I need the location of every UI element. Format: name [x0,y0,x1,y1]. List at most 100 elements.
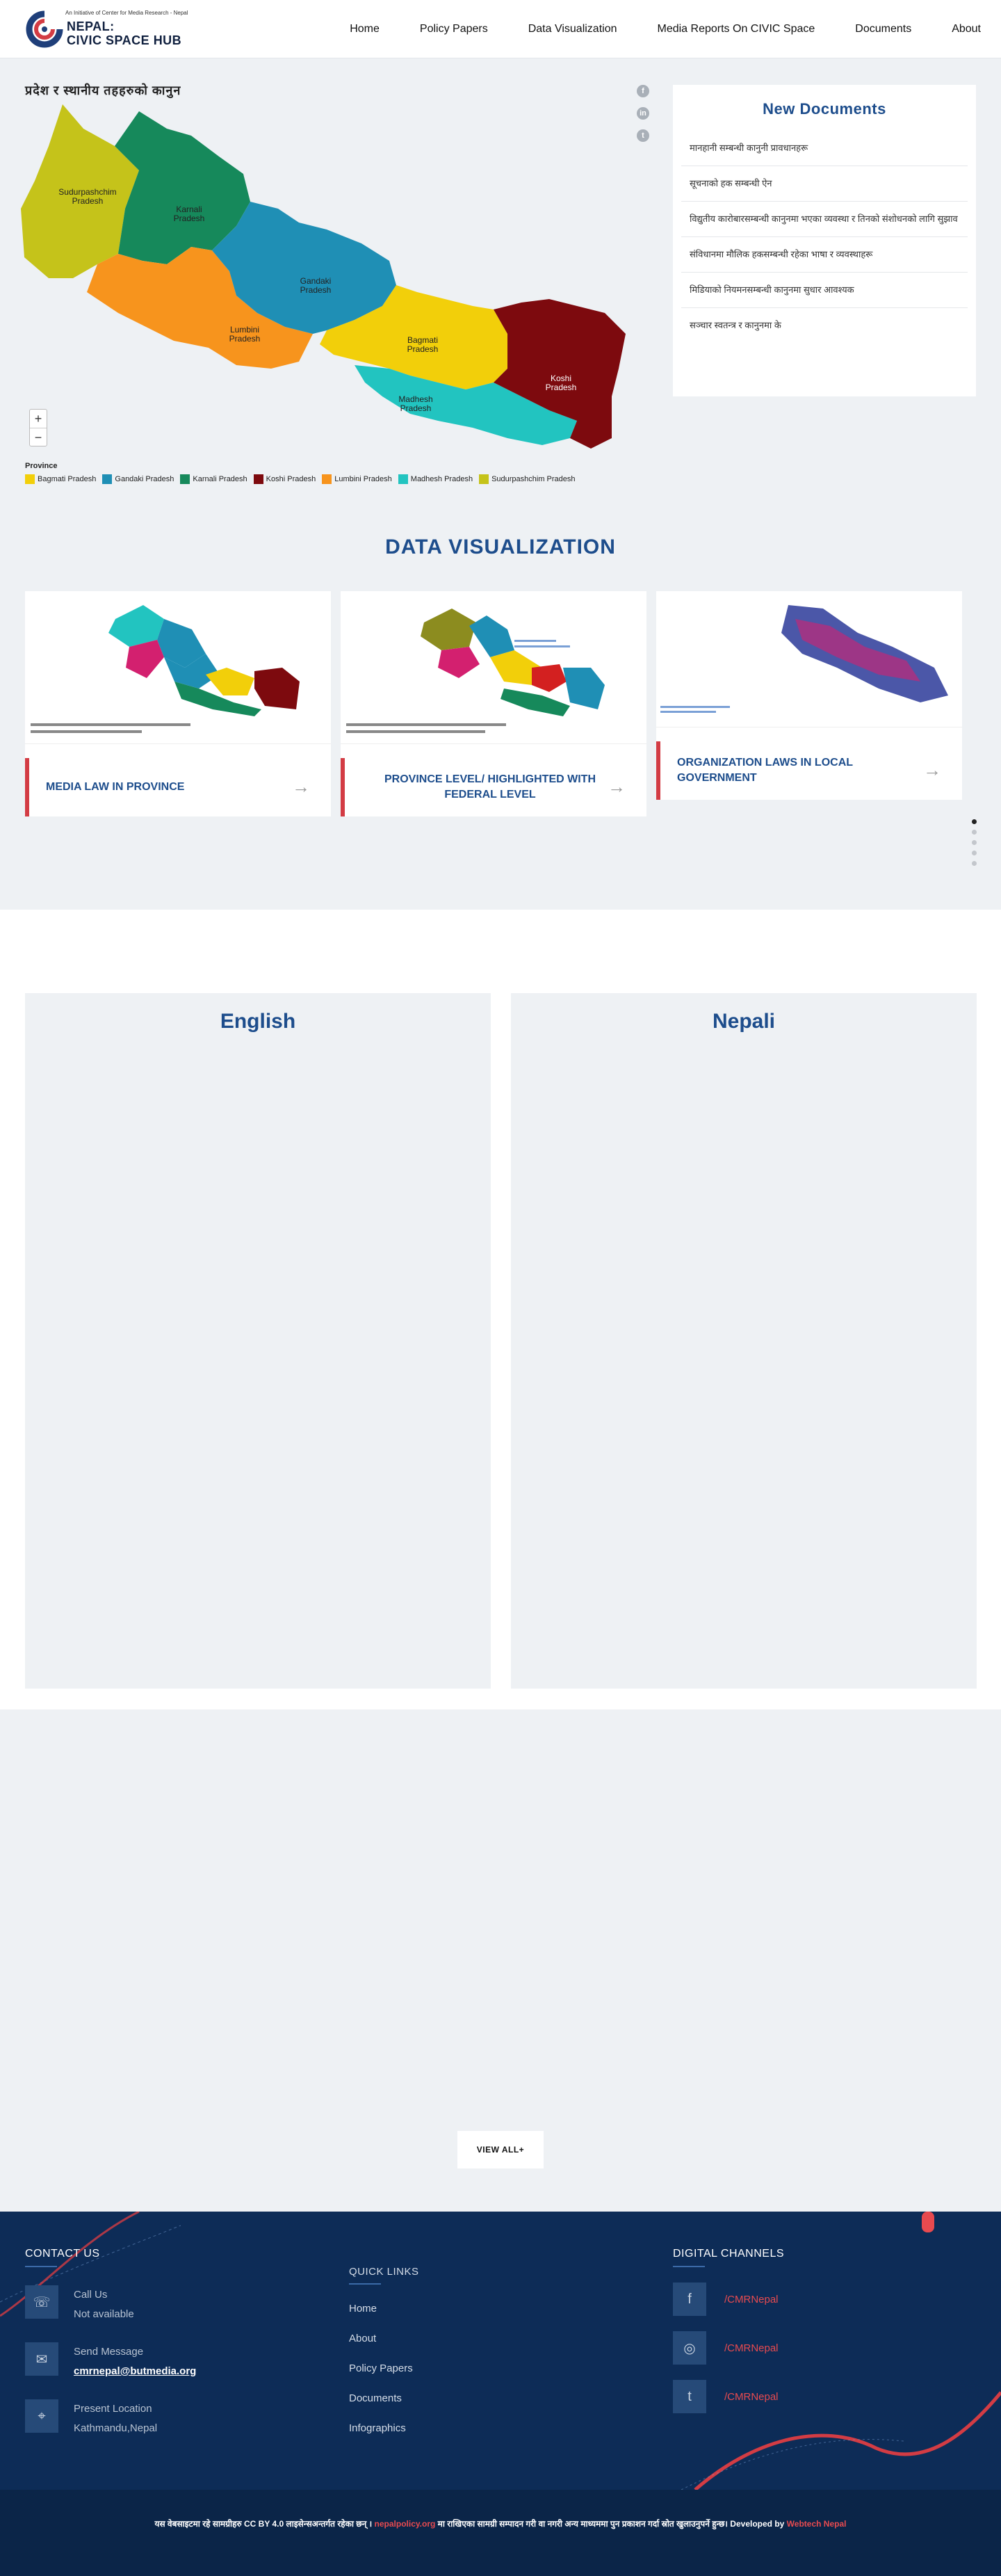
footer-link-home[interactable]: Home [349,2303,419,2315]
legend-label: Madhesh Pradesh [410,475,473,483]
facebook-icon: f [673,2283,706,2316]
logo-mark-icon [26,10,63,48]
share-icons: f in t [637,85,651,152]
map-label-karnali-1: Karnali [176,204,202,214]
footer-link-about[interactable]: About [349,2333,419,2344]
footer-link-infographics[interactable]: Infographics [349,2422,419,2434]
carousel-dot[interactable] [972,819,977,824]
map-label-sudur-1: Sudurpashchim [58,187,116,197]
map-label-koshi-1: Koshi [551,373,571,383]
viz-card-title: PROVINCE LEVEL/ HIGHLIGHTED WITH FEDERAL… [384,773,596,800]
channel-handle[interactable]: /CMRNepal [724,2391,779,2403]
legend-swatch [180,474,190,484]
nav-documents[interactable]: Documents [855,23,911,35]
envelope-icon: ✉ [25,2342,58,2376]
legend-swatch [322,474,332,484]
logo-title-line2: CIVIC SPACE HUB [67,33,182,47]
developer-link[interactable]: Webtech Nepal [787,2519,847,2529]
nepal-province-map[interactable]: Sudurpashchim Pradesh Karnali Pradesh Gand… [21,104,633,466]
site-footer: CONTACT US ☏ Call Us Not available ✉ Send… [0,2212,1001,2490]
zoom-in-button[interactable]: + [30,410,47,428]
email-link[interactable]: cmrnepal@butmedia.org [74,2365,196,2377]
new-documents-panel: New Documents मानहानी सम्बन्धी कानुनी प्… [673,85,976,396]
nav-data-visualization[interactable]: Data Visualization [528,23,617,35]
svg-text:BagmatiPradesh: Bagmati Pradesh [407,335,439,354]
viz-card[interactable]: ORGANIZATION LAWS IN LOCAL GOVERNMENT → [656,591,962,800]
logo-tagline: An Initiative of Center for Media Resear… [65,10,188,16]
site-link[interactable]: nepalpolicy.org [375,2519,436,2529]
footer-link-documents[interactable]: Documents [349,2392,419,2404]
legend-label: Karnali Pradesh [193,475,247,483]
carousel-dots [972,819,977,871]
viz-card[interactable]: PROVINCE LEVEL/ HIGHLIGHTED WITH FEDERAL… [341,591,646,816]
channel-facebook[interactable]: f /CMRNepal [673,2283,784,2316]
zoom-out-button[interactable]: − [30,428,47,446]
site-logo[interactable]: An Initiative of Center for Media Resear… [25,8,206,50]
call-value: Not available [74,2308,134,2320]
legend-item: Bagmati Pradesh [25,474,96,484]
channel-handle[interactable]: /CMRNepal [724,2342,779,2354]
nepali-title: Nepali [712,1010,776,1033]
document-link[interactable]: सञ्चार स्वतन्त्र र कानुनमा के [681,308,968,343]
legend-item: Koshi Pradesh [253,474,316,484]
nav-media-reports[interactable]: Media Reports On CIVIC Space [658,23,815,35]
viz-card[interactable]: MEDIA LAW IN PROVINCE → [25,591,331,816]
channel-handle[interactable]: /CMRNepal [724,2294,779,2305]
map-label-sudur-2: Pradesh [72,196,104,206]
twitter-icon[interactable]: t [637,129,649,142]
nav-about[interactable]: About [952,23,981,35]
copyright-bar: यस वेबसाइटमा रहे सामग्रीहरु CC BY 4.0 ला… [0,2490,1001,2576]
map-label-karnali-2: Pradesh [174,214,205,223]
facebook-icon[interactable]: f [637,85,649,97]
twitter-icon: t [673,2380,706,2413]
copyright-mid: मा राखिएका सामग्री सम्पादन गरी वा नगरी अ… [435,2519,787,2529]
main-nav: Home Policy Papers Data Visualization Me… [329,0,1001,58]
nav-home[interactable]: Home [350,23,380,35]
document-link[interactable]: सूचनाको हक सम्बन्धी ऐन [681,166,968,202]
svg-text:LumbiniPradesh: Lumbini Pradesh [229,325,261,344]
arrow-right-icon[interactable]: → [292,776,310,798]
contact-row: ☏ Call Us Not available [25,2285,196,2324]
data-visualization-title: DATA VISUALIZATION [385,536,616,558]
call-label: Call Us [74,2289,108,2301]
english-title: English [220,1010,296,1033]
footer-link-policy-papers[interactable]: Policy Papers [349,2362,419,2374]
channel-instagram[interactable]: ◎ /CMRNepal [673,2331,784,2365]
view-all-button[interactable]: VIEW ALL+ [457,2131,544,2168]
digital-channels-title: DIGITAL CHANNELS [673,2248,784,2267]
document-link[interactable]: संविधानमा मौलिक हकसम्बन्धी रहेका भाषा र … [681,237,968,273]
digital-channels-column: DIGITAL CHANNELS f /CMRNepal ◎ /CMRNepal… [673,2248,784,2413]
legend-label: Bagmati Pradesh [38,475,97,483]
location-value: Kathmandu,Nepal [74,2422,158,2434]
location-pin-icon: ⌖ [25,2399,58,2433]
viz-card-caption: PROVINCE LEVEL/ HIGHLIGHTED WITH FEDERAL… [341,758,646,816]
document-link[interactable]: विद्युतीय कारोबारसम्बन्धी कानुनमा भएका व… [681,202,968,237]
copyright-text: यस वेबसाइटमा रहे सामग्रीहरु CC BY 4.0 ला… [0,2518,1001,2529]
document-link[interactable]: मानहानी सम्बन्धी कानुनी प्रावधानहरू [681,131,968,166]
channel-twitter[interactable]: t /CMRNepal [673,2380,784,2413]
legend-item: Sudurpashchim Pradesh [479,474,576,484]
document-link[interactable]: मिडियाको नियमनसम्बन्धी कानुनमा सुधार आवश… [681,273,968,308]
viz-thumbnail [656,591,962,727]
map-label-lumbini-2: Pradesh [229,334,261,344]
carousel-dot[interactable] [972,851,977,855]
map-zoom-control: + − [29,409,47,446]
nepali-panel: Nepali [511,993,977,1689]
arrow-right-icon[interactable]: → [608,776,626,798]
carousel-dot[interactable] [972,830,977,835]
legend-title: Province [25,462,58,470]
carousel-dot[interactable] [972,861,977,866]
map-label-koshi-2: Pradesh [546,383,577,392]
map-label-lumbini-1: Lumbini [230,325,259,335]
map-label-madhesh-2: Pradesh [400,403,432,413]
viz-card-caption: ORGANIZATION LAWS IN LOCAL GOVERNMENT → [656,741,962,800]
linkedin-icon[interactable]: in [637,107,649,120]
svg-text:KarnaliPradesh: Karnali Pradesh [174,204,205,223]
contact-column: CONTACT US ☏ Call Us Not available ✉ Send… [25,2248,196,2438]
nav-policy-papers[interactable]: Policy Papers [420,23,488,35]
carousel-dot[interactable] [972,840,977,845]
map-legend: Bagmati Pradesh Gandaki Pradesh Karnali … [25,474,582,484]
svg-text:MadheshPradesh: Madhesh Pradesh [398,394,432,413]
legend-label: Koshi Pradesh [266,475,316,483]
arrow-right-icon[interactable]: → [923,759,941,781]
